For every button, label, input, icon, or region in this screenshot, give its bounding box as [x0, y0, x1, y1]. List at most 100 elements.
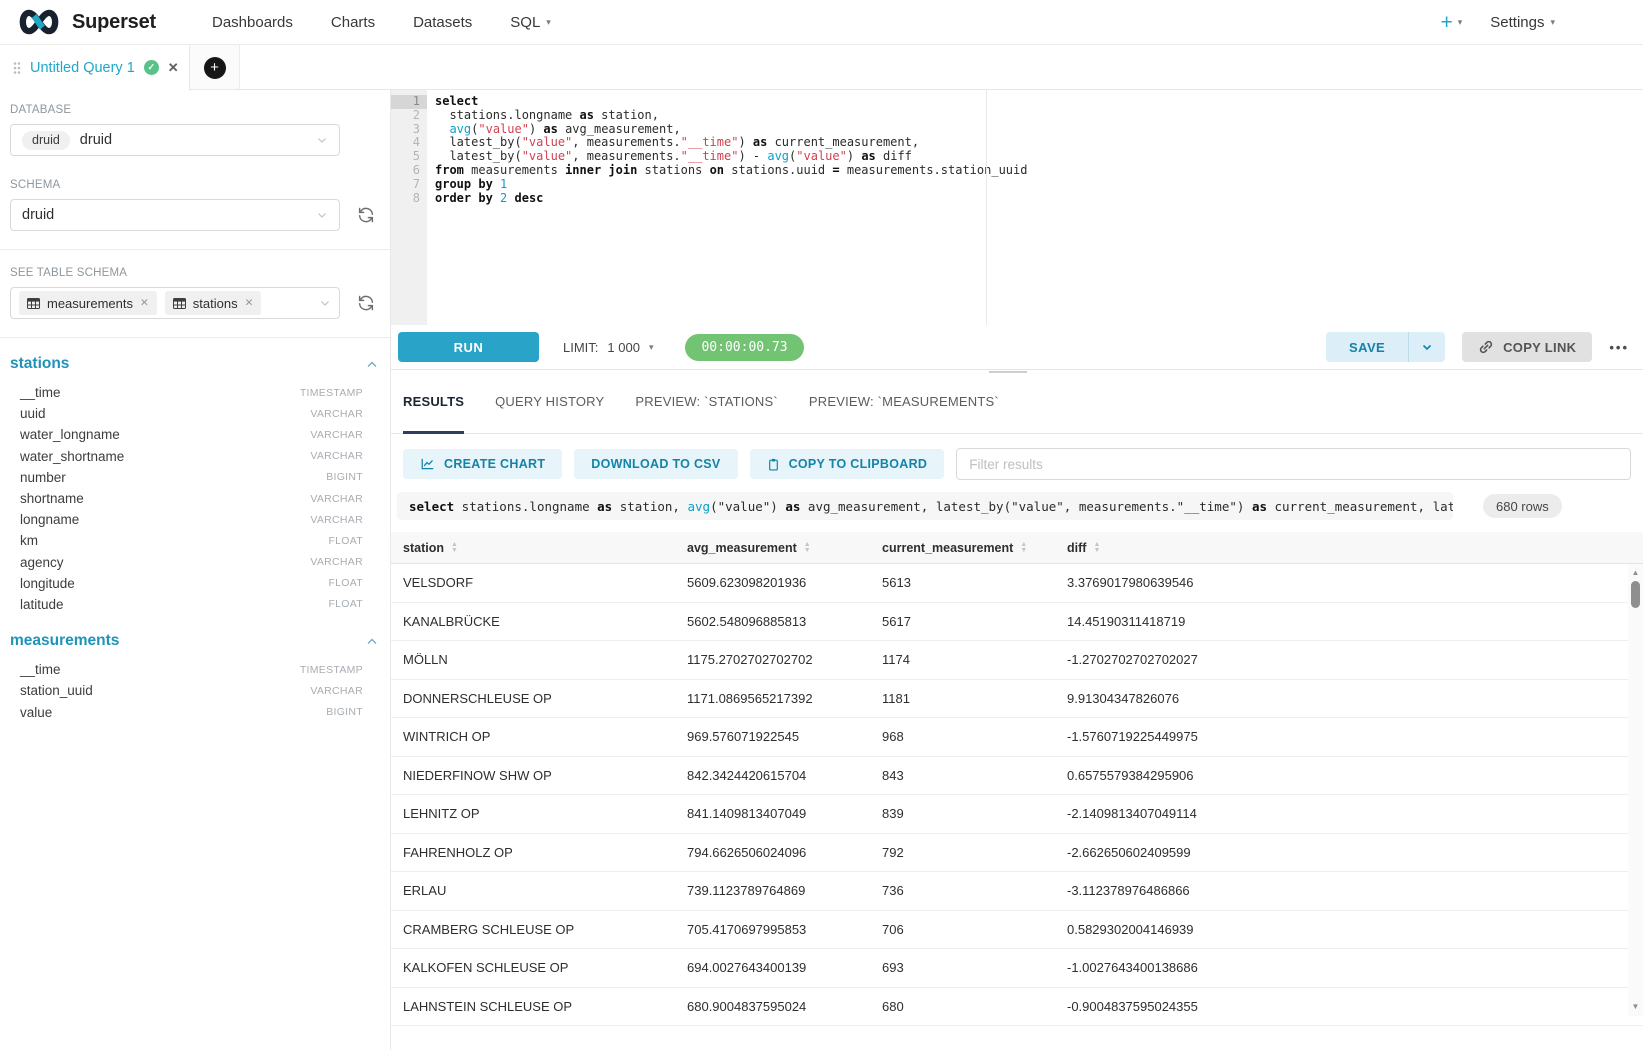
refresh-schema-icon[interactable] — [357, 206, 375, 224]
create-chart-button[interactable]: CREATE CHART — [403, 449, 562, 479]
query-tab[interactable]: Untitled Query 1 ✓ ✕ — [0, 45, 190, 90]
column-row: kmFLOAT — [10, 530, 380, 551]
table-schema-chips: measurements ✕ stations ✕ — [19, 291, 261, 315]
results-tab-results[interactable]: RESULTS — [403, 370, 464, 433]
table-cell: 14.45190311418719 — [1055, 614, 1643, 629]
scroll-up-icon[interactable]: ▲ — [1632, 568, 1640, 578]
close-tab-icon[interactable]: ✕ — [168, 60, 179, 76]
sql-code-editor[interactable]: 12345678 select stations.longname as sta… — [391, 90, 1643, 325]
scrollbar-thumb[interactable] — [1631, 581, 1640, 608]
add-tab-button[interactable]: + — [190, 45, 240, 90]
save-dropdown-button[interactable] — [1408, 332, 1445, 362]
table-section-header: stations — [10, 355, 378, 373]
table-cell: 705.4170697995853 — [675, 922, 870, 937]
table-cell: LAHNSTEIN SCHLEUSE OP — [391, 999, 675, 1014]
editor-code[interactable]: select stations.longname as station, avg… — [427, 90, 1643, 325]
remove-chip-icon[interactable]: ✕ — [140, 297, 149, 309]
new-item-button[interactable]: + ▾ — [1440, 12, 1462, 33]
table-schema-select[interactable]: measurements ✕ stations ✕ — [10, 287, 340, 319]
filter-results-input[interactable] — [956, 448, 1631, 480]
column-header-avg_measurement[interactable]: avg_measurement▲▼ — [675, 541, 870, 555]
navbar-right: + ▾ Settings ▾ — [1440, 12, 1627, 33]
schema-sidebar: DATABASE druid druid SCHEMA druid SEE TA… — [0, 90, 390, 1050]
table-row: MÖLLN1175.27027027027021174-1.2702702702… — [391, 641, 1643, 680]
table-chip-stations[interactable]: stations ✕ — [165, 291, 262, 315]
table-cell: 5613 — [870, 575, 1055, 590]
refresh-tables-icon[interactable] — [357, 294, 375, 312]
print-margin-ruler — [986, 90, 987, 325]
nav-item-dashboards[interactable]: Dashboards — [212, 14, 293, 31]
column-name: __time — [20, 385, 61, 400]
column-header-station[interactable]: station▲▼ — [391, 541, 675, 555]
column-row: water_shortnameVARCHAR — [10, 446, 380, 467]
table-cell: KALKOFEN SCHLEUSE OP — [391, 960, 675, 975]
column-header-diff[interactable]: diff▲▼ — [1055, 541, 1643, 555]
sort-icon: ▲▼ — [1020, 542, 1027, 553]
table-chip-label: stations — [193, 296, 238, 311]
action-button-label: CREATE CHART — [444, 457, 545, 471]
column-row: uuidVARCHAR — [10, 403, 380, 424]
query-success-icon: ✓ — [144, 60, 159, 75]
table-cell: 693 — [870, 960, 1055, 975]
sidebar-divider — [0, 337, 390, 338]
superset-logo[interactable]: Superset — [16, 7, 156, 37]
column-type: VARCHAR — [310, 450, 363, 462]
save-button[interactable]: SAVE — [1326, 332, 1408, 362]
column-row: value BIGINT — [10, 701, 380, 722]
schema-select[interactable]: druid — [10, 199, 340, 231]
column-type: BIGINT — [326, 706, 363, 718]
column-type: VARCHAR — [310, 556, 363, 568]
results-tab-preview-measurements[interactable]: PREVIEW: `MEASUREMENTS` — [809, 370, 999, 433]
results-tab-preview-stations[interactable]: PREVIEW: `STATIONS` — [635, 370, 777, 433]
run-button[interactable]: RUN — [398, 332, 539, 362]
table-cell: 843 — [870, 768, 1055, 783]
nav-item-datasets[interactable]: Datasets — [413, 14, 472, 31]
column-name: shortname — [20, 491, 84, 506]
results-table-body: VELSDORF5609.62309820193656133.376901798… — [391, 564, 1643, 1026]
column-name: value — [20, 705, 52, 720]
column-header-current_measurement[interactable]: current_measurement▲▼ — [870, 541, 1055, 555]
table-cell: 5617 — [870, 614, 1055, 629]
nav-item-sql[interactable]: SQL▾ — [510, 14, 551, 31]
column-row: shortname VARCHAR — [10, 488, 380, 509]
column-name: __time — [20, 662, 61, 677]
table-chip-measurements[interactable]: measurements ✕ — [19, 291, 157, 315]
table-section-stations: stations __timeTIMESTAMPuuidVARCHAR water_… — [10, 355, 380, 615]
database-select[interactable]: druid druid — [10, 124, 340, 156]
column-type: FLOAT — [328, 598, 363, 610]
table-cell: 5609.623098201936 — [675, 575, 870, 590]
download-to-csv-button[interactable]: DOWNLOAD TO CSV — [574, 449, 737, 479]
top-navbar: Superset Dashboards Charts Datasets SQL▾ + … — [0, 0, 1643, 45]
table-cell: 842.3424420615704 — [675, 768, 870, 783]
table-cell: DONNERSCHLEUSE OP — [391, 691, 675, 706]
chevron-down-icon: ▾ — [546, 17, 551, 28]
column-type: VARCHAR — [310, 685, 363, 697]
code-line: latest_by("value", measurements."__time"… — [435, 136, 1643, 150]
collapse-icon[interactable] — [366, 637, 378, 646]
remove-chip-icon[interactable]: ✕ — [245, 297, 254, 309]
table-cell: CRAMBERG SCHLEUSE OP — [391, 922, 675, 937]
more-options-button[interactable]: ••• — [1609, 340, 1629, 355]
rows-count-badge: 680 rows — [1483, 494, 1562, 518]
table-row: LEHNITZ OP841.1409813407049839-2.1409813… — [391, 795, 1643, 834]
line-number: 3 — [391, 123, 427, 137]
table-scrollbar[interactable]: ▲ ▼ — [1628, 564, 1643, 1016]
table-row: VELSDORF5609.62309820193656133.376901798… — [391, 564, 1643, 603]
code-line: select — [435, 95, 1643, 109]
nav-item-charts[interactable]: Charts — [331, 14, 375, 31]
copy-to-clipboard-button[interactable]: COPY TO CLIPBOARD — [750, 449, 945, 479]
results-tab-query-history[interactable]: QUERY HISTORY — [495, 370, 604, 433]
table-section-header: measurements — [10, 632, 378, 650]
collapse-icon[interactable] — [366, 360, 378, 369]
column-type: VARCHAR — [310, 493, 363, 505]
column-row: __timeTIMESTAMP — [10, 382, 380, 403]
settings-menu[interactable]: Settings ▾ — [1490, 14, 1555, 31]
table-row: CRAMBERG SCHLEUSE OP705.4170697995853706… — [391, 911, 1643, 950]
scroll-down-icon[interactable]: ▼ — [1632, 1002, 1640, 1012]
table-cell: 1181 — [870, 691, 1055, 706]
limit-dropdown[interactable]: LIMIT: 1 000 ▾ — [563, 340, 653, 355]
table-cell: -1.5760719225449975 — [1055, 729, 1643, 744]
copy-link-button[interactable]: COPY LINK — [1462, 332, 1592, 362]
column-header-label: avg_measurement — [687, 541, 797, 555]
table-chip-label: measurements — [47, 296, 133, 311]
